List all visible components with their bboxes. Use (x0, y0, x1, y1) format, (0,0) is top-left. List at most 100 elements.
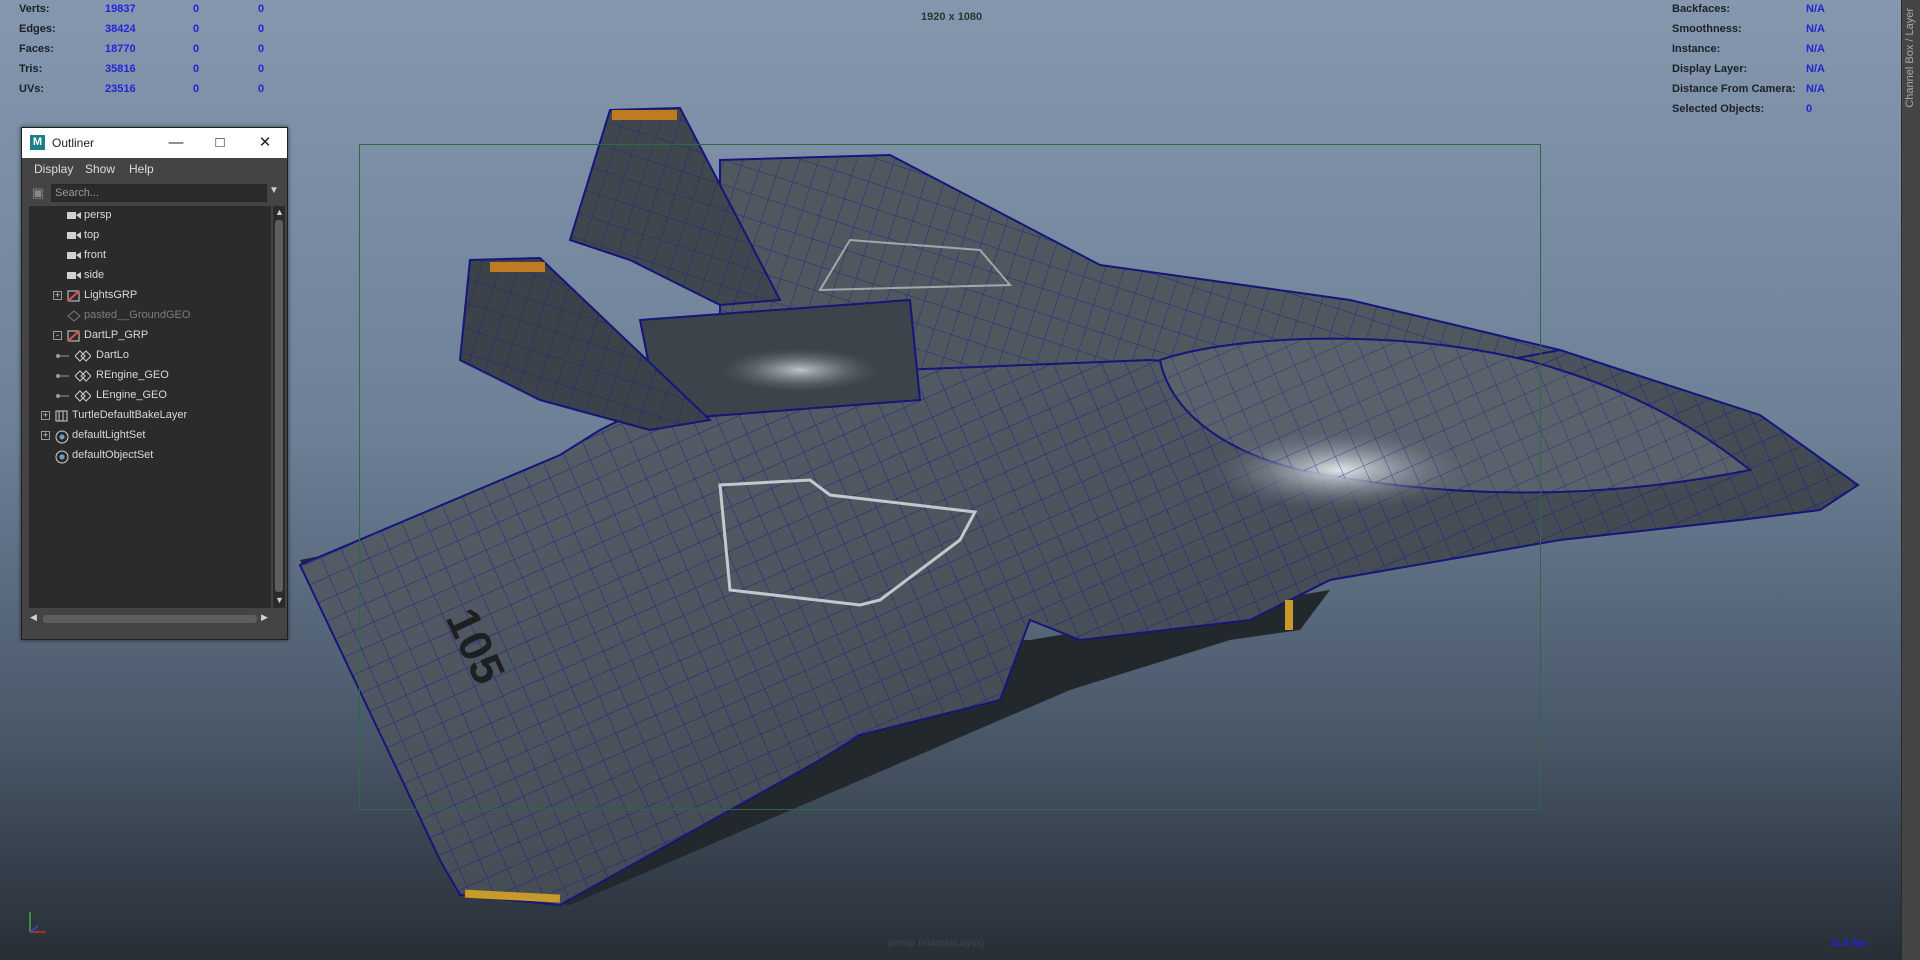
outliner-menu-bar: Display Show Help (22, 158, 287, 180)
tree-item-side[interactable]: side (29, 266, 271, 286)
info-label-selected-objects: Selected Objects: (1672, 103, 1765, 115)
outliner-search-bar: ▣ ▼ (29, 184, 284, 202)
mesh-icon (67, 310, 81, 322)
tree-item-label: REngine_GEO (96, 369, 169, 381)
channel-box-tab-label: Channel Box / Layer (1904, 8, 1916, 108)
expand-toggle[interactable]: + (41, 431, 50, 440)
stat-component-verts: 0 (258, 3, 265, 15)
tree-item-rengine-geo[interactable]: REngine_GEO (29, 366, 271, 386)
info-value-backfaces: N/A (1806, 3, 1825, 15)
info-label-distance-camera: Distance From Camera: (1672, 83, 1796, 95)
scroll-right-icon[interactable]: ▶ (261, 612, 268, 623)
stat-selected-edges: 0 (193, 23, 200, 35)
outliner-title: Outliner (52, 136, 95, 150)
tree-item-front[interactable]: front (29, 246, 271, 266)
info-value-distance-camera: N/A (1806, 83, 1825, 95)
stat-component-edges: 0 (258, 23, 265, 35)
tree-item-lightsgrp[interactable]: + LightsGRP (29, 286, 271, 306)
tree-item-label: defaultLightSet (72, 429, 146, 441)
menu-display[interactable]: Display (34, 162, 73, 176)
set-icon (55, 450, 69, 464)
maximize-button[interactable]: □ (198, 128, 242, 158)
info-value-display-layer: N/A (1806, 63, 1825, 75)
tree-item-lengine-geo[interactable]: LEngine_GEO (29, 386, 271, 406)
scroll-down-icon[interactable]: ▼ (275, 595, 284, 605)
info-label-instance: Instance: (1672, 43, 1721, 55)
group-icon (67, 290, 80, 302)
menu-help[interactable]: Help (129, 162, 154, 176)
tree-item-label: DartLo (96, 349, 130, 361)
camera-name-label: persp (masterLayer) (888, 938, 985, 949)
view-axis-icon (29, 912, 46, 933)
maya-logo-icon: M (30, 135, 45, 150)
scroll-thumb[interactable] (43, 615, 257, 623)
tree-item-label: LightsGRP (84, 289, 138, 301)
resolution-gate-label: 1920 x 1080 (921, 11, 983, 23)
fps-counter: 11.6 fps (1830, 938, 1867, 949)
info-value-smoothness: N/A (1806, 23, 1825, 35)
chevron-down-icon[interactable]: ▼ (269, 185, 279, 196)
scroll-up-icon[interactable]: ▲ (275, 207, 284, 217)
stat-value-faces: 18770 (105, 43, 136, 55)
filter-icon[interactable]: ▣ (29, 184, 47, 202)
tree-item-top[interactable]: top (29, 226, 271, 246)
tree-item-label: front (84, 249, 107, 261)
channel-box-tab[interactable]: Channel Box / Layer (1901, 0, 1920, 960)
stat-label-edges: Edges: (19, 23, 56, 35)
stat-label-tris: Tris: (19, 63, 43, 75)
stat-label-uvs: UVs: (19, 83, 45, 95)
scroll-left-icon[interactable]: ◀ (30, 612, 37, 623)
tree-item-label: LEngine_GEO (96, 389, 167, 401)
tree-item-label: top (84, 229, 100, 241)
set-icon (55, 430, 69, 444)
info-label-display-layer: Display Layer: (1672, 63, 1748, 75)
info-value-instance: N/A (1806, 43, 1825, 55)
tree-item-default-object-set[interactable]: defaultObjectSet (29, 446, 271, 466)
search-input[interactable] (51, 184, 267, 202)
stat-value-uvs: 23516 (105, 83, 136, 95)
tree-item-persp[interactable]: persp (29, 206, 271, 226)
stat-selected-uvs: 0 (193, 83, 200, 95)
perspective-viewport[interactable]: 105 Verts: 19837 0 0 Edges: 38424 0 0 Fa… (0, 0, 1920, 960)
info-value-selected-objects: 0 (1806, 103, 1813, 115)
horizontal-scrollbar[interactable]: ◀ ▶ (29, 612, 271, 626)
camera-icon (67, 232, 81, 239)
scroll-thumb[interactable] (275, 220, 283, 592)
stat-value-edges: 38424 (105, 23, 136, 35)
tree-item-label: side (84, 269, 105, 281)
vertical-scrollbar[interactable]: ▲ ▼ (273, 206, 285, 608)
outliner-title-bar[interactable]: M Outliner — □ ✕ (22, 128, 287, 158)
tree-item-turtle-bake-layer[interactable]: + TurtleDefaultBakeLayer (29, 406, 271, 426)
tree-item-dartlp-grp[interactable]: - DartLP_GRP (29, 326, 271, 346)
tree-item-dartlo[interactable]: DartLo (29, 346, 271, 366)
tree-item-label: persp (84, 209, 112, 221)
camera-icon (67, 272, 81, 279)
stat-component-faces: 0 (258, 43, 265, 55)
info-label-backfaces: Backfaces: (1672, 3, 1731, 15)
tree-item-label: defaultObjectSet (72, 449, 154, 461)
expand-toggle[interactable]: + (41, 411, 50, 420)
mesh-icon (75, 350, 91, 362)
expand-toggle[interactable]: - (53, 331, 62, 340)
tree-item-label: pasted__GroundGEO (84, 309, 191, 321)
tree-item-label: DartLP_GRP (84, 329, 149, 341)
stat-value-tris: 35816 (105, 63, 136, 75)
stat-value-verts: 19837 (105, 3, 136, 15)
mesh-icon (75, 390, 91, 402)
menu-show[interactable]: Show (85, 162, 115, 176)
minimize-button[interactable]: — (154, 128, 198, 158)
outliner-window[interactable]: M Outliner — □ ✕ Display Show Help ▣ ▼ p… (21, 127, 288, 640)
stat-label-faces: Faces: (19, 43, 54, 55)
stat-selected-verts: 0 (193, 3, 200, 15)
stat-selected-faces: 0 (193, 43, 200, 55)
tree-item-pasted-groundgeo[interactable]: pasted__GroundGEO (29, 306, 271, 326)
expand-toggle[interactable]: + (53, 291, 62, 300)
info-label-smoothness: Smoothness: (1672, 23, 1742, 35)
tree-item-default-light-set[interactable]: + defaultLightSet (29, 426, 271, 446)
bake-layer-icon (55, 410, 68, 422)
resolution-gate (359, 144, 1541, 810)
close-button[interactable]: ✕ (243, 128, 287, 158)
stat-component-tris: 0 (258, 63, 265, 75)
stat-component-uvs: 0 (258, 83, 265, 95)
outliner-tree[interactable]: persp top front side + LightsGRP pasted_… (29, 206, 271, 608)
